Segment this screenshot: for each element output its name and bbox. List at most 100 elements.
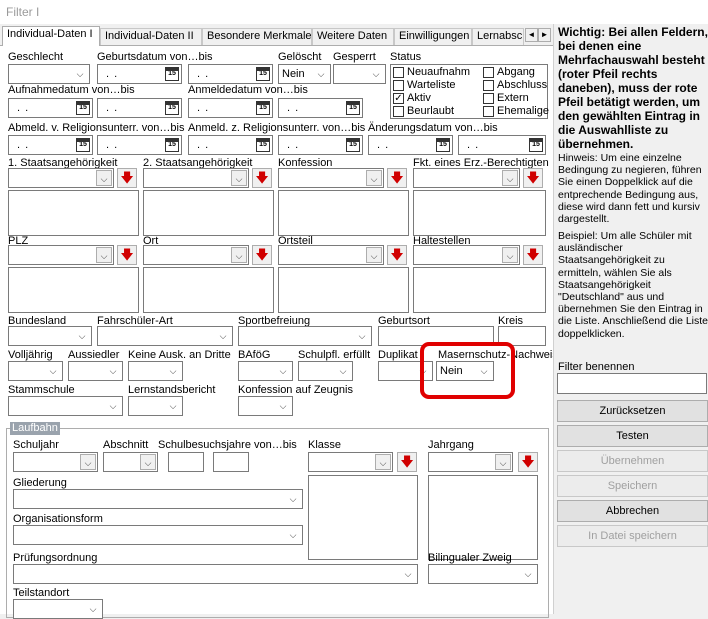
add-plz-red-arrow-icon[interactable]: 🡇 (117, 245, 137, 265)
klasse-combo[interactable]: ⌵ (308, 452, 393, 472)
chevron-down-icon[interactable]: ⌵ (368, 66, 384, 82)
chevron-down-icon[interactable]: ⌵ (313, 66, 329, 82)
add-fkt-red-arrow-icon[interactable]: 🡇 (523, 168, 543, 188)
status-checkbox[interactable] (483, 106, 494, 117)
chevron-down-icon[interactable]: ⌵ (502, 247, 518, 263)
geburtsdatum-von-field[interactable]: . . 15 (97, 64, 182, 84)
calendar-icon[interactable]: 15 (256, 138, 270, 152)
chevron-down-icon[interactable]: ⌵ (215, 328, 231, 344)
calendar-icon[interactable]: 15 (165, 67, 179, 81)
status-checkbox[interactable] (393, 106, 404, 117)
abmeld-von-field[interactable]: . . 15 (8, 135, 93, 155)
staat2-list[interactable] (143, 190, 274, 236)
chevron-down-icon[interactable]: ⌵ (366, 247, 382, 263)
add-konfession-red-arrow-icon[interactable]: 🡇 (387, 168, 407, 188)
calendar-icon[interactable]: 15 (76, 101, 90, 115)
save-to-file-button[interactable]: In Datei speichern (557, 525, 708, 547)
chevron-down-icon[interactable]: ⌵ (520, 566, 536, 582)
chevron-down-icon[interactable]: ⌵ (105, 398, 121, 414)
chevron-down-icon[interactable]: ⌵ (231, 170, 247, 186)
add-haltestellen-red-arrow-icon[interactable]: 🡇 (523, 245, 543, 265)
chevron-down-icon[interactable]: ⌵ (275, 363, 291, 379)
chevron-down-icon[interactable]: ⌵ (96, 170, 112, 186)
status-checkbox[interactable] (393, 67, 404, 78)
geburtsdatum-bis-field[interactable]: . . 15 (188, 64, 273, 84)
cancel-button[interactable]: Abbrechen (557, 500, 708, 522)
anmeld-von-field[interactable]: . . 15 (188, 135, 273, 155)
calendar-icon[interactable]: 15 (256, 67, 270, 81)
staat2-combo[interactable]: ⌵ (143, 168, 249, 188)
fkt-combo[interactable]: ⌵ (413, 168, 520, 188)
tab-lernabschnitte[interactable]: Lernabsch (472, 28, 524, 45)
tab-einwilligungen[interactable]: Einwilligungen (394, 28, 472, 45)
aenderungsdatum-bis-field[interactable]: . . 15 (458, 135, 546, 155)
reset-button[interactable]: Zurücksetzen (557, 400, 708, 422)
chevron-down-icon[interactable]: ⌵ (85, 601, 101, 617)
geschlecht-combo[interactable]: ⌵ (8, 64, 90, 84)
calendar-icon[interactable]: 15 (76, 138, 90, 152)
test-button[interactable]: Testen (557, 425, 708, 447)
chevron-down-icon[interactable]: ⌵ (74, 328, 90, 344)
status-checkbox[interactable] (483, 80, 494, 91)
jahrgang-list[interactable] (428, 475, 538, 560)
pruefungsordnung-combo[interactable]: ⌵ (13, 564, 418, 584)
organisationsform-combo[interactable]: ⌵ (13, 525, 303, 545)
add-jahrgang-red-arrow-icon[interactable]: 🡇 (518, 452, 538, 472)
bilingualer-zweig-combo[interactable]: ⌵ (428, 564, 538, 584)
chevron-down-icon[interactable]: ⌵ (495, 454, 511, 470)
abschnitt-combo[interactable]: ⌵ (103, 452, 158, 472)
chevron-down-icon[interactable]: ⌵ (275, 398, 291, 414)
schulbesuchsjahre-von-input[interactable] (168, 452, 204, 472)
tab-weitere-daten[interactable]: Weitere Daten (312, 28, 394, 45)
status-checkbox[interactable]: ✓ (393, 93, 404, 104)
lernstandsbericht-combo[interactable]: ⌵ (128, 396, 183, 416)
calendar-icon[interactable]: 15 (346, 138, 360, 152)
tab-scroll-right-icon[interactable]: ► (538, 28, 551, 42)
jahrgang-combo[interactable]: ⌵ (428, 452, 513, 472)
ort-list[interactable] (143, 267, 274, 313)
calendar-icon[interactable]: 15 (165, 101, 179, 115)
chevron-down-icon[interactable]: ⌵ (400, 566, 416, 582)
status-checkbox[interactable] (393, 80, 404, 91)
chevron-down-icon[interactable]: ⌵ (375, 454, 391, 470)
schulpfl-combo[interactable]: ⌵ (298, 361, 353, 381)
chevron-down-icon[interactable]: ⌵ (366, 170, 382, 186)
geloescht-combo[interactable]: Nein ⌵ (278, 64, 331, 84)
add-staat1-red-arrow-icon[interactable]: 🡇 (117, 168, 137, 188)
teilstandort-combo[interactable]: ⌵ (13, 599, 103, 619)
gliederung-combo[interactable]: ⌵ (13, 489, 303, 509)
konfession-list[interactable] (278, 190, 409, 236)
tab-individual-daten-1[interactable]: Individual-Daten I (2, 26, 100, 46)
chevron-down-icon[interactable]: ⌵ (285, 491, 301, 507)
chevron-down-icon[interactable]: ⌵ (165, 398, 181, 414)
abmeld-bis-field[interactable]: . . 15 (97, 135, 182, 155)
add-staat2-red-arrow-icon[interactable]: 🡇 (252, 168, 272, 188)
anmeld-bis-field[interactable]: . . 15 (278, 135, 363, 155)
plz-list[interactable] (8, 267, 139, 313)
chevron-down-icon[interactable]: ⌵ (105, 363, 121, 379)
chevron-down-icon[interactable]: ⌵ (285, 527, 301, 543)
calendar-icon[interactable]: 15 (346, 101, 360, 115)
calendar-icon[interactable]: 15 (165, 138, 179, 152)
haltestellen-list[interactable] (413, 267, 546, 313)
chevron-down-icon[interactable]: ⌵ (231, 247, 247, 263)
calendar-icon[interactable]: 15 (436, 138, 450, 152)
schuljahr-combo[interactable]: ⌵ (13, 452, 98, 472)
save-button[interactable]: Speichern (557, 475, 708, 497)
aufnahmedatum-von-field[interactable]: . . 15 (8, 98, 93, 118)
calendar-icon[interactable]: 15 (529, 138, 543, 152)
gesperrt-combo[interactable]: ⌵ (333, 64, 386, 84)
filter-name-input[interactable] (557, 373, 707, 394)
apply-button[interactable]: Übernehmen (557, 450, 708, 472)
chevron-down-icon[interactable]: ⌵ (72, 66, 88, 82)
plz-combo[interactable]: ⌵ (8, 245, 114, 265)
chevron-down-icon[interactable]: ⌵ (354, 328, 370, 344)
anmeldedatum-bis-field[interactable]: . . 15 (278, 98, 363, 118)
chevron-down-icon[interactable]: ⌵ (96, 247, 112, 263)
haltestellen-combo[interactable]: ⌵ (413, 245, 520, 265)
bundesland-combo[interactable]: ⌵ (8, 326, 92, 346)
add-ortsteil-red-arrow-icon[interactable]: 🡇 (387, 245, 407, 265)
stammschule-combo[interactable]: ⌵ (8, 396, 123, 416)
bafoeg-combo[interactable]: ⌵ (238, 361, 293, 381)
ort-combo[interactable]: ⌵ (143, 245, 249, 265)
